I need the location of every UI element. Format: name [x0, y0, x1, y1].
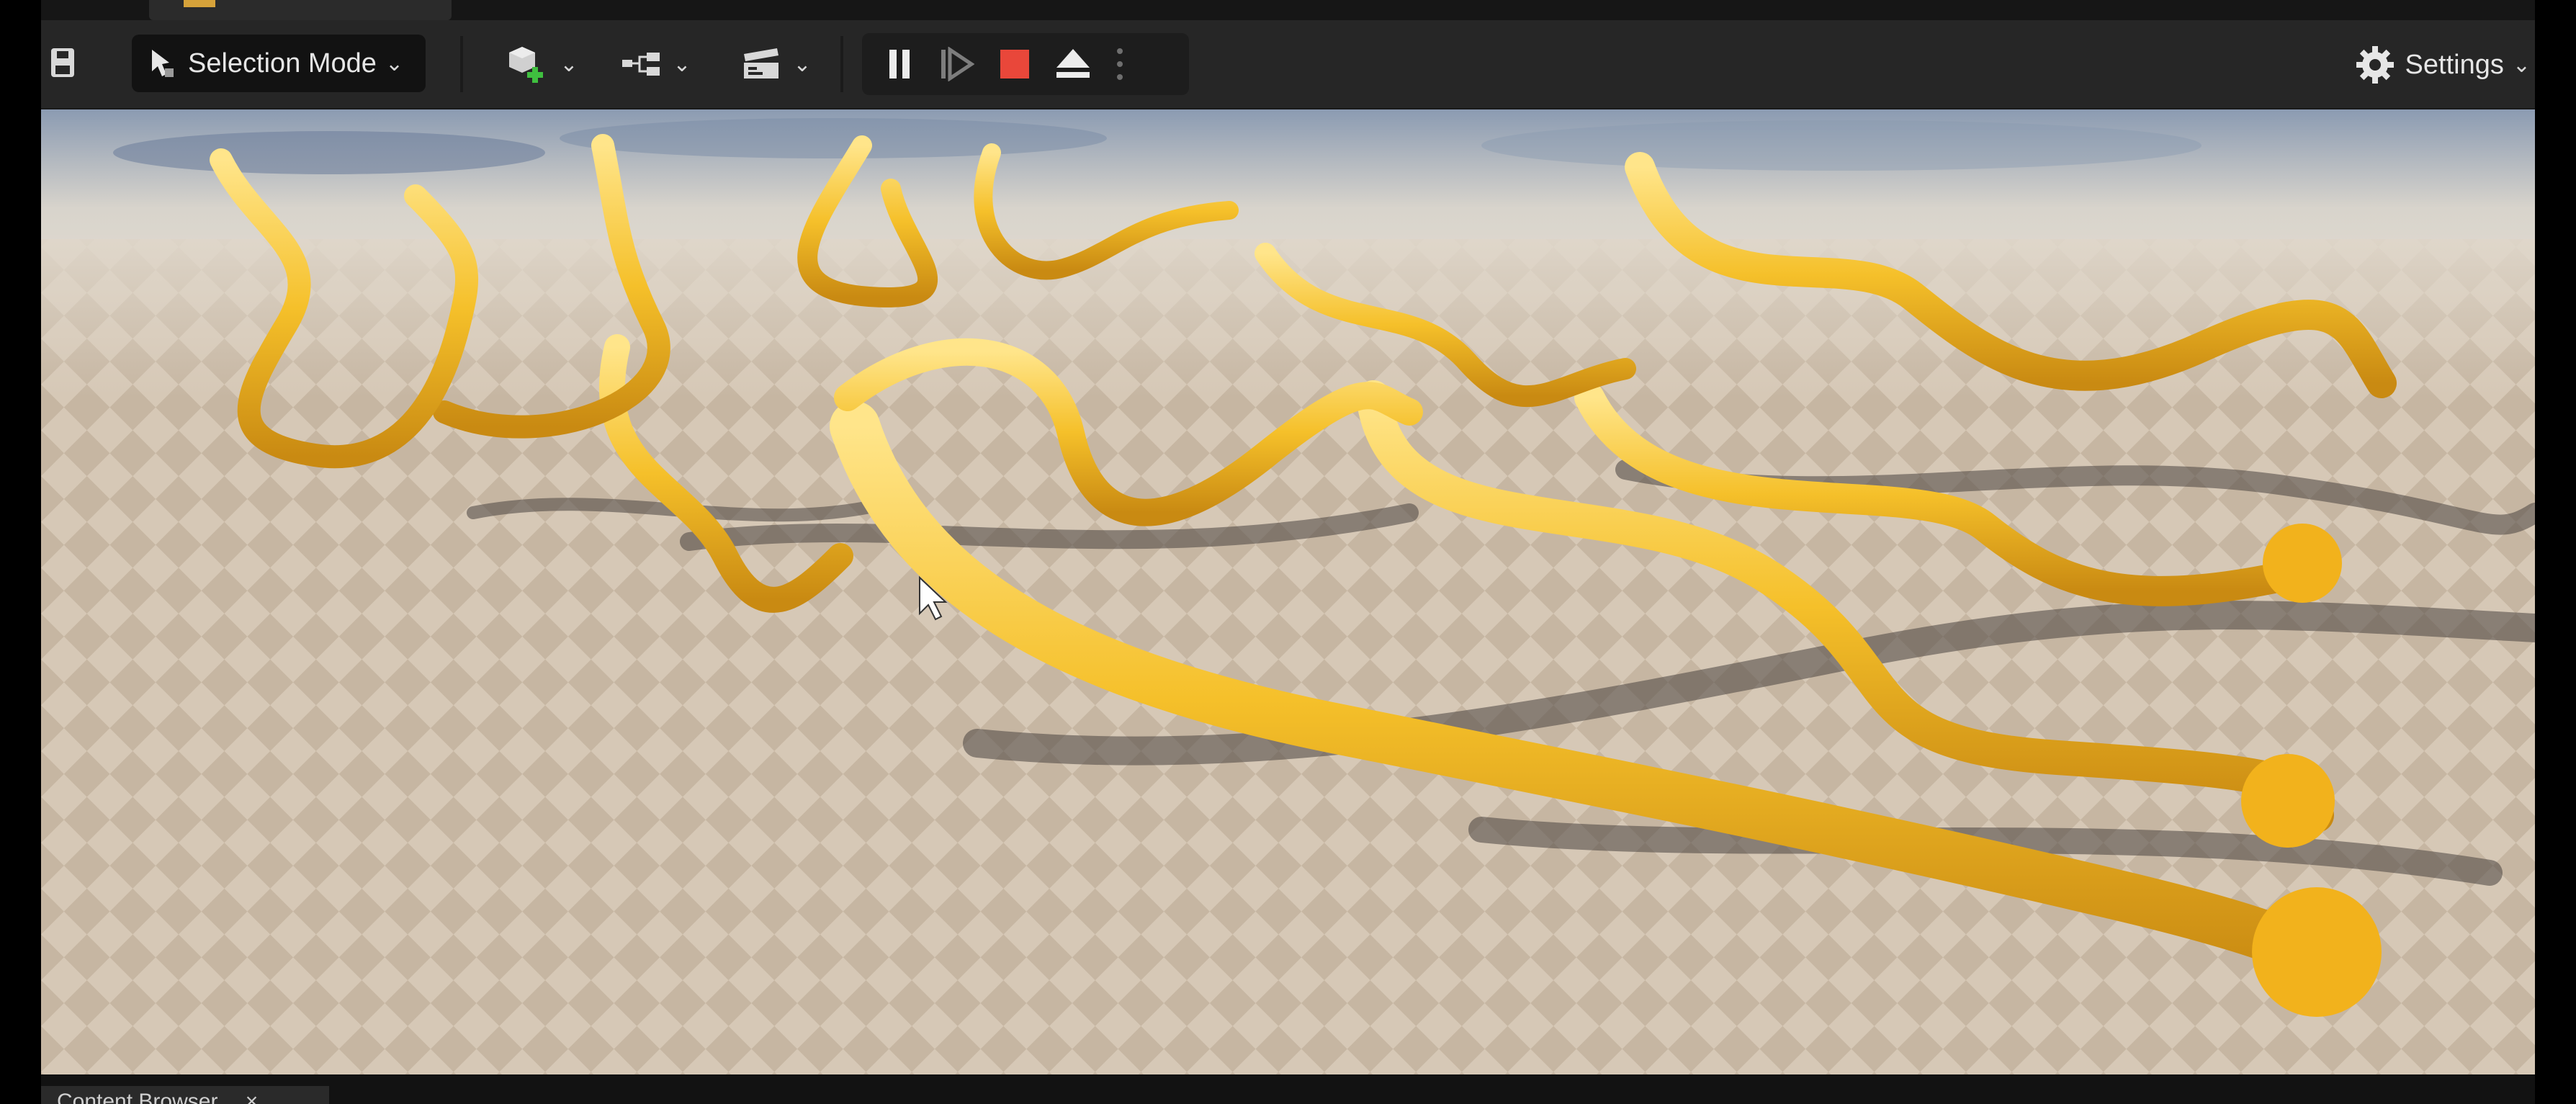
- select-arrow-icon: [152, 50, 174, 77]
- toolbar-separator: [460, 36, 463, 92]
- chevron-down-icon: ⌄: [793, 52, 812, 76]
- left-letterbox: [0, 0, 41, 1104]
- eject-icon[interactable]: [1055, 48, 1091, 81]
- clapperboard-icon: [744, 48, 779, 78]
- pause-icon[interactable]: [885, 47, 914, 81]
- gear-icon: [2356, 46, 2394, 84]
- frame-advance-icon[interactable]: [938, 47, 974, 81]
- main-toolbar: Selection Mode ⌄ ⌄ ⌄ ⌄ Settings ⌄: [41, 20, 2535, 110]
- content-browser-label: Content Browser: [57, 1090, 218, 1104]
- chevron-down-icon: ⌄: [385, 51, 404, 76]
- selection-mode-label: Selection Mode: [188, 48, 377, 78]
- add-actor-button[interactable]: ⌄: [489, 39, 597, 89]
- blueprints-button[interactable]: ⌄: [598, 39, 714, 89]
- content-browser-tab[interactable]: Content Browser ×: [41, 1086, 329, 1104]
- settings-button[interactable]: Settings ⌄: [2355, 37, 2531, 92]
- chevron-down-icon: ⌄: [560, 52, 578, 76]
- selection-mode-dropdown[interactable]: Selection Mode ⌄: [132, 35, 426, 92]
- level-viewport[interactable]: [41, 109, 2535, 1074]
- chevron-down-icon: ⌄: [673, 52, 691, 76]
- stop-icon[interactable]: [999, 48, 1031, 80]
- settings-label: Settings: [2405, 49, 2504, 80]
- cinematics-button[interactable]: ⌄: [715, 39, 838, 89]
- vertical-dots-icon[interactable]: [1116, 45, 1124, 83]
- toolbar-separator: [840, 36, 843, 92]
- scene-render: [41, 109, 2535, 1074]
- right-letterbox: [2535, 0, 2576, 1104]
- close-icon[interactable]: ×: [246, 1090, 259, 1104]
- level-tab[interactable]: [149, 0, 452, 20]
- add-actor-icon: [509, 47, 544, 83]
- level-icon: [184, 0, 215, 7]
- save-icon: [51, 48, 74, 77]
- save-button[interactable]: [41, 40, 84, 85]
- blueprint-graph-icon: [622, 53, 660, 76]
- title-strip: [41, 0, 2535, 20]
- bottom-panel: Content Browser ×: [41, 1074, 2535, 1104]
- play-controls: [862, 33, 1189, 95]
- chevron-down-icon: ⌄: [2512, 53, 2531, 77]
